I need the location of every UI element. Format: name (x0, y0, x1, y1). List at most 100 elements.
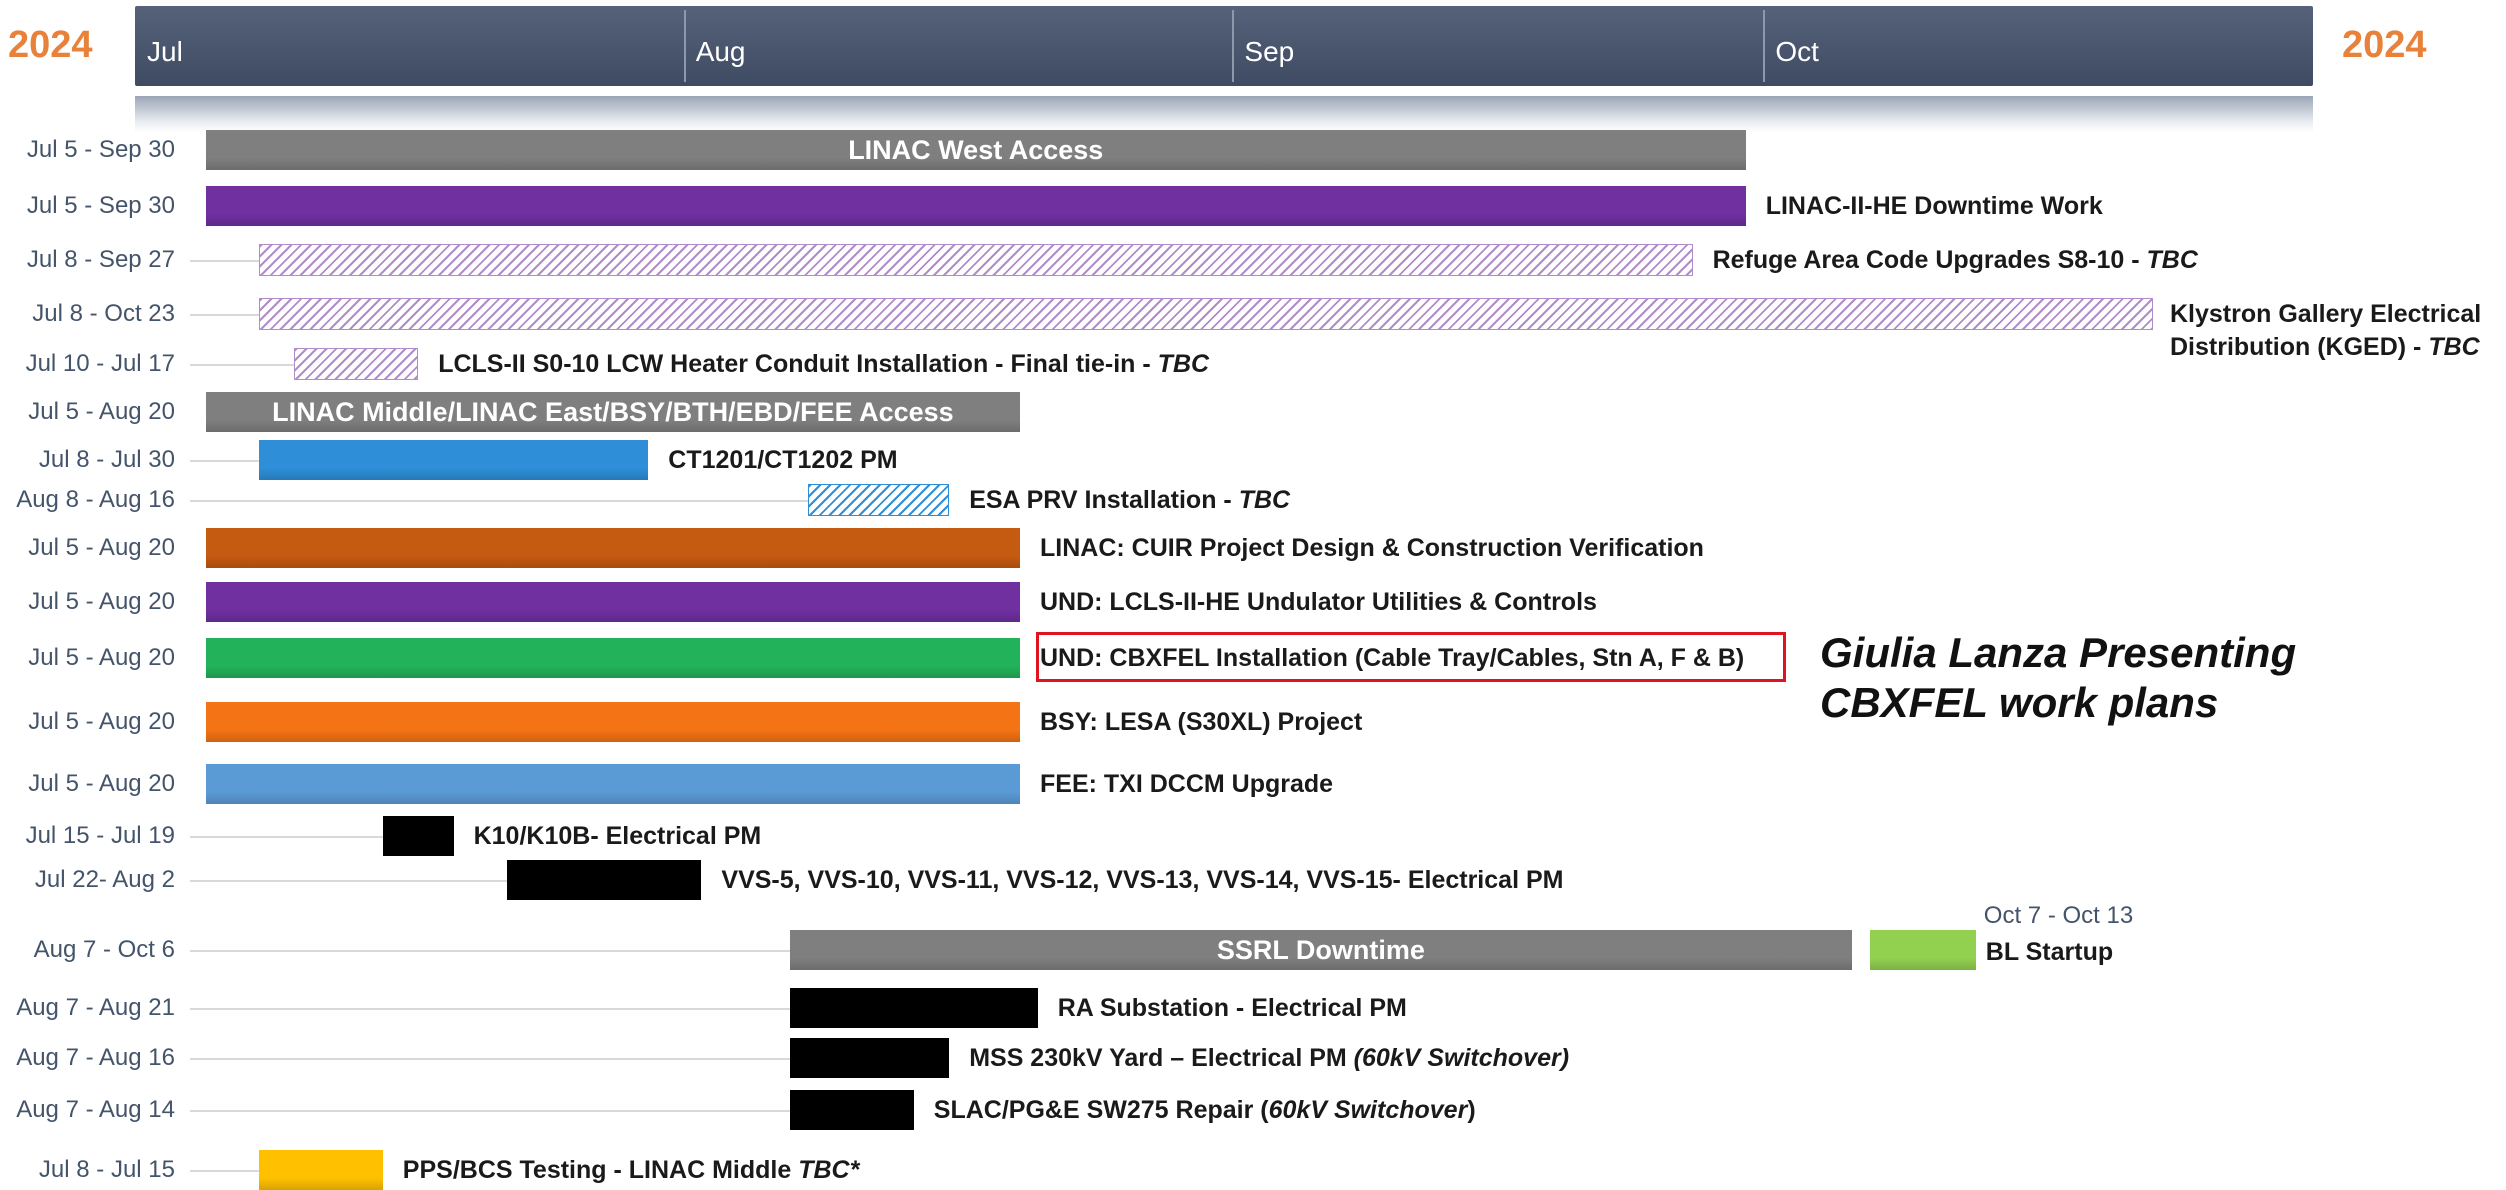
task-date-label: Jul 5 - Aug 20 (28, 534, 175, 561)
task-bar (382, 816, 454, 856)
task-label-text: LINAC: CUIR Project Design & Constructio… (1040, 534, 1704, 562)
leader-line (190, 1008, 790, 1010)
task-date-label: Jul 5 - Aug 20 (28, 588, 175, 615)
task-label-text: SLAC/PG&E SW275 Repair ( (933, 1096, 1269, 1124)
task-bar (789, 988, 1038, 1028)
task-date-label: Jul 15 - Jul 19 (25, 822, 175, 849)
year-label-left: 2024 (8, 24, 93, 66)
leader-line (190, 500, 808, 502)
task-date-label: Jul 5 - Aug 20 (28, 644, 175, 671)
leader-line (190, 260, 259, 262)
task-label-text: RA Substation - Electrical PM (1057, 994, 1407, 1022)
task-label: Refuge Area Code Upgrades S8-10 - TBC (1713, 244, 2198, 277)
task-label: K10/K10B- Electrical PM (474, 820, 762, 853)
task-label-italic: TBC (1238, 486, 1291, 514)
month-tick (683, 10, 686, 82)
task-label: LCLS-II S0-10 LCW Heater Conduit Install… (438, 348, 1209, 381)
timescale-bar: Jul Aug Sep Oct (135, 6, 2313, 86)
leader-line (190, 1110, 790, 1112)
task-label: LINAC: CUIR Project Design & Constructio… (1040, 532, 1704, 565)
task-label: CT1201/CT1202 PM (668, 444, 897, 477)
task-bar (205, 702, 1020, 742)
task-label: LINAC Middle/LINAC East/BSY/BTH/EBD/FEE … (272, 397, 954, 427)
task-bar (258, 440, 649, 480)
task-label: BSY: LESA (S30XL) Project (1040, 706, 1362, 739)
task-label-text: Klystron Gallery Electrical (2170, 300, 2482, 328)
task-label: LINAC West Access (848, 135, 1104, 165)
month-tick (1763, 10, 1766, 82)
task-bar (807, 484, 950, 516)
task-label-text: LCLS-II S0-10 LCW Heater Conduit Install… (438, 350, 1158, 378)
leader-line (190, 1170, 259, 1172)
task-label-text: UND: LCLS-II-HE Undulator Utilities & Co… (1040, 588, 1597, 616)
month-label: Oct (1775, 36, 1819, 67)
task-label: SLAC/PG&E SW275 Repair (60kV Switchover) (934, 1094, 1476, 1127)
task-bar (294, 348, 419, 380)
task-label: MSS 230kV Yard – Electrical PM (60kV Swi… (969, 1042, 1569, 1075)
task-label-text: CT1201/CT1202 PM (668, 446, 898, 474)
task-label: LINAC-II-HE Downtime Work (1766, 190, 2103, 223)
gantt-chart: 2024 2024 Jul Aug Sep Oct Giulia Lanza Pres… (0, 0, 2506, 1190)
leader-line (190, 460, 259, 462)
task-label-text: ESA PRV Installation - (969, 486, 1239, 514)
task-date-label: Jul 5 - Sep 30 (26, 192, 175, 219)
presenter-note-line1: Giulia Lanza Presenting (1820, 629, 2297, 676)
month-label: Aug (695, 36, 746, 67)
month-label: Jul (147, 36, 183, 67)
task-bar (258, 1150, 383, 1190)
task-bar (789, 1038, 950, 1078)
task-label-text: K10/K10B- Electrical PM (473, 822, 762, 850)
task-bar (205, 186, 1746, 226)
task-label: FEE: TXI DCCM Upgrade (1040, 768, 1333, 801)
task-date-label: Jul 8 - Oct 23 (32, 300, 175, 327)
task-label-italic: TBC (2146, 246, 2198, 274)
task-label-italic: 60kV Switchover (1268, 1096, 1468, 1124)
month-label: Sep (1244, 36, 1295, 67)
year-label-right: 2024 (2342, 24, 2427, 66)
task-label: PPS/BCS Testing - LINAC Middle TBC* (403, 1154, 860, 1187)
leader-line (190, 1058, 790, 1060)
task-label-italic: TBC (2428, 332, 2480, 361)
leader-line (190, 364, 295, 366)
task-bar (205, 528, 1020, 568)
followup-bar (1869, 930, 1976, 970)
task-label: SSRL Downtime (1216, 935, 1425, 965)
presenter-note-line2: CBXFEL work plans (1820, 679, 2219, 726)
task-label-text: Refuge Area Code Upgrades S8-10 - (1712, 246, 2147, 274)
followup-label: BL Startup (1985, 938, 2114, 966)
task-label-text: BSY: LESA (S30XL) Project (1040, 708, 1363, 736)
task-date-label: Aug 7 - Aug 14 (16, 1096, 175, 1123)
task-label: VVS-5, VVS-10, VVS-11, VVS-12, VVS-13, V… (721, 864, 1563, 897)
task-bar (205, 764, 1020, 804)
leader-line (190, 880, 507, 882)
presenter-note: Giulia Lanza Presenting CBXFEL work plan… (1820, 628, 2296, 728)
task-bar (506, 860, 702, 900)
task-label-text: MSS 230kV Yard – Electrical PM (969, 1044, 1354, 1072)
leader-line (190, 314, 259, 316)
task-date-label: Jul 5 - Aug 20 (28, 770, 175, 797)
task-bar (789, 1090, 914, 1130)
followup-date-label: Oct 7 - Oct 13 (1983, 902, 2134, 929)
task-label-text-line2: Distribution (KGED) - (2170, 332, 2429, 361)
task-date-label: Aug 7 - Aug 16 (16, 1044, 175, 1071)
task-date-label: Jul 8 - Jul 15 (38, 1156, 175, 1183)
task-bar (258, 244, 1693, 276)
task-bar (205, 638, 1020, 678)
task-label: RA Substation - Electrical PM (1058, 992, 1407, 1025)
task-date-label: Jul 5 - Aug 20 (28, 398, 175, 425)
task-date-label: Jul 8 - Sep 27 (26, 246, 175, 273)
task-date-label: Jul 5 - Sep 30 (26, 136, 175, 163)
task-label-suffix: ) (1467, 1096, 1476, 1124)
task-date-label: Aug 8 - Aug 16 (16, 486, 175, 513)
task-label-text: VVS-5, VVS-10, VVS-11, VVS-12, VVS-13, V… (721, 866, 1564, 894)
task-label-italic: TBC* (798, 1156, 860, 1184)
task-label: ESA PRV Installation - TBC (969, 484, 1290, 517)
highlight-box (1036, 632, 1786, 682)
task-label-italic: TBC (1157, 350, 1210, 378)
task-date-label: Aug 7 - Aug 21 (16, 994, 175, 1021)
task-date-label: Jul 5 - Aug 20 (28, 708, 175, 735)
task-label-text: LINAC-II-HE Downtime Work (1765, 192, 2103, 220)
task-bar (205, 582, 1020, 622)
task-date-label: Jul 22- Aug 2 (34, 866, 175, 893)
task-date-label: Jul 10 - Jul 17 (25, 350, 175, 377)
